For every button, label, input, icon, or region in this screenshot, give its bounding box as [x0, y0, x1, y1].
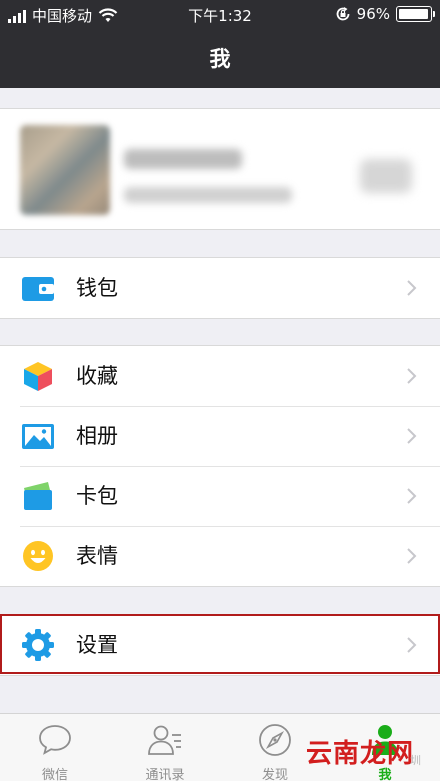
tab-chats[interactable]: 微信 [0, 714, 110, 781]
menu-item-label: 收藏 [76, 364, 118, 388]
menu-item-label: 卡包 [76, 484, 118, 508]
card-icon [24, 482, 52, 510]
gear-icon [22, 629, 54, 661]
profile-card[interactable] [0, 108, 440, 230]
battery-fill [399, 9, 428, 19]
settings-group: 设置 [0, 614, 440, 676]
menu-item-cards[interactable]: 卡包 [0, 466, 440, 526]
tab-label: 微信 [41, 768, 68, 781]
menu-item-favorites[interactable]: 收藏 [0, 346, 440, 406]
chevron-right-icon [407, 428, 417, 444]
menu-item-label: 相册 [76, 424, 118, 448]
battery-icon [396, 6, 435, 22]
compass-icon [259, 724, 291, 756]
avatar[interactable] [20, 125, 110, 215]
cube-icon [24, 362, 52, 391]
menu-item-label: 表情 [76, 544, 118, 568]
contacts-icon [148, 725, 181, 755]
tab-label: 通讯录 [145, 768, 185, 781]
wallet-group: 钱包 [0, 257, 440, 319]
chevron-right-icon [407, 548, 417, 564]
menu-item-stickers[interactable]: 表情 [0, 526, 440, 586]
menu-item-label: 设置 [76, 633, 118, 657]
status-right: 96% [335, 5, 435, 23]
features-group: 收藏 相册 卡包 表情 [0, 345, 440, 587]
menu-item-settings[interactable]: 设置 [0, 615, 440, 675]
status-bar: 中国移动 下午1:32 96% [0, 0, 440, 30]
menu-item-album[interactable]: 相册 [0, 406, 440, 466]
chevron-right-icon [407, 368, 417, 384]
menu-item-label: 钱包 [76, 276, 118, 300]
profile-name-blurred [124, 149, 242, 169]
watermark-text: 云南龙网 [306, 739, 415, 769]
photo-icon [22, 424, 54, 449]
chevron-right-icon [407, 488, 417, 504]
watermark-small: 圳 [410, 754, 421, 767]
page-title: 我 [0, 30, 440, 88]
chevron-right-icon [407, 637, 417, 653]
rotation-lock-icon [336, 7, 350, 21]
smiley-icon [23, 541, 53, 571]
battery-percent: 96% [356, 5, 390, 23]
chat-bubble-icon [39, 725, 71, 755]
qr-code-icon[interactable] [360, 159, 412, 193]
chevron-right-icon [407, 280, 417, 296]
wallet-icon [22, 277, 54, 301]
tab-contacts[interactable]: 通讯录 [110, 714, 220, 781]
menu-item-wallet[interactable]: 钱包 [0, 258, 440, 318]
profile-id-blurred [124, 187, 292, 203]
